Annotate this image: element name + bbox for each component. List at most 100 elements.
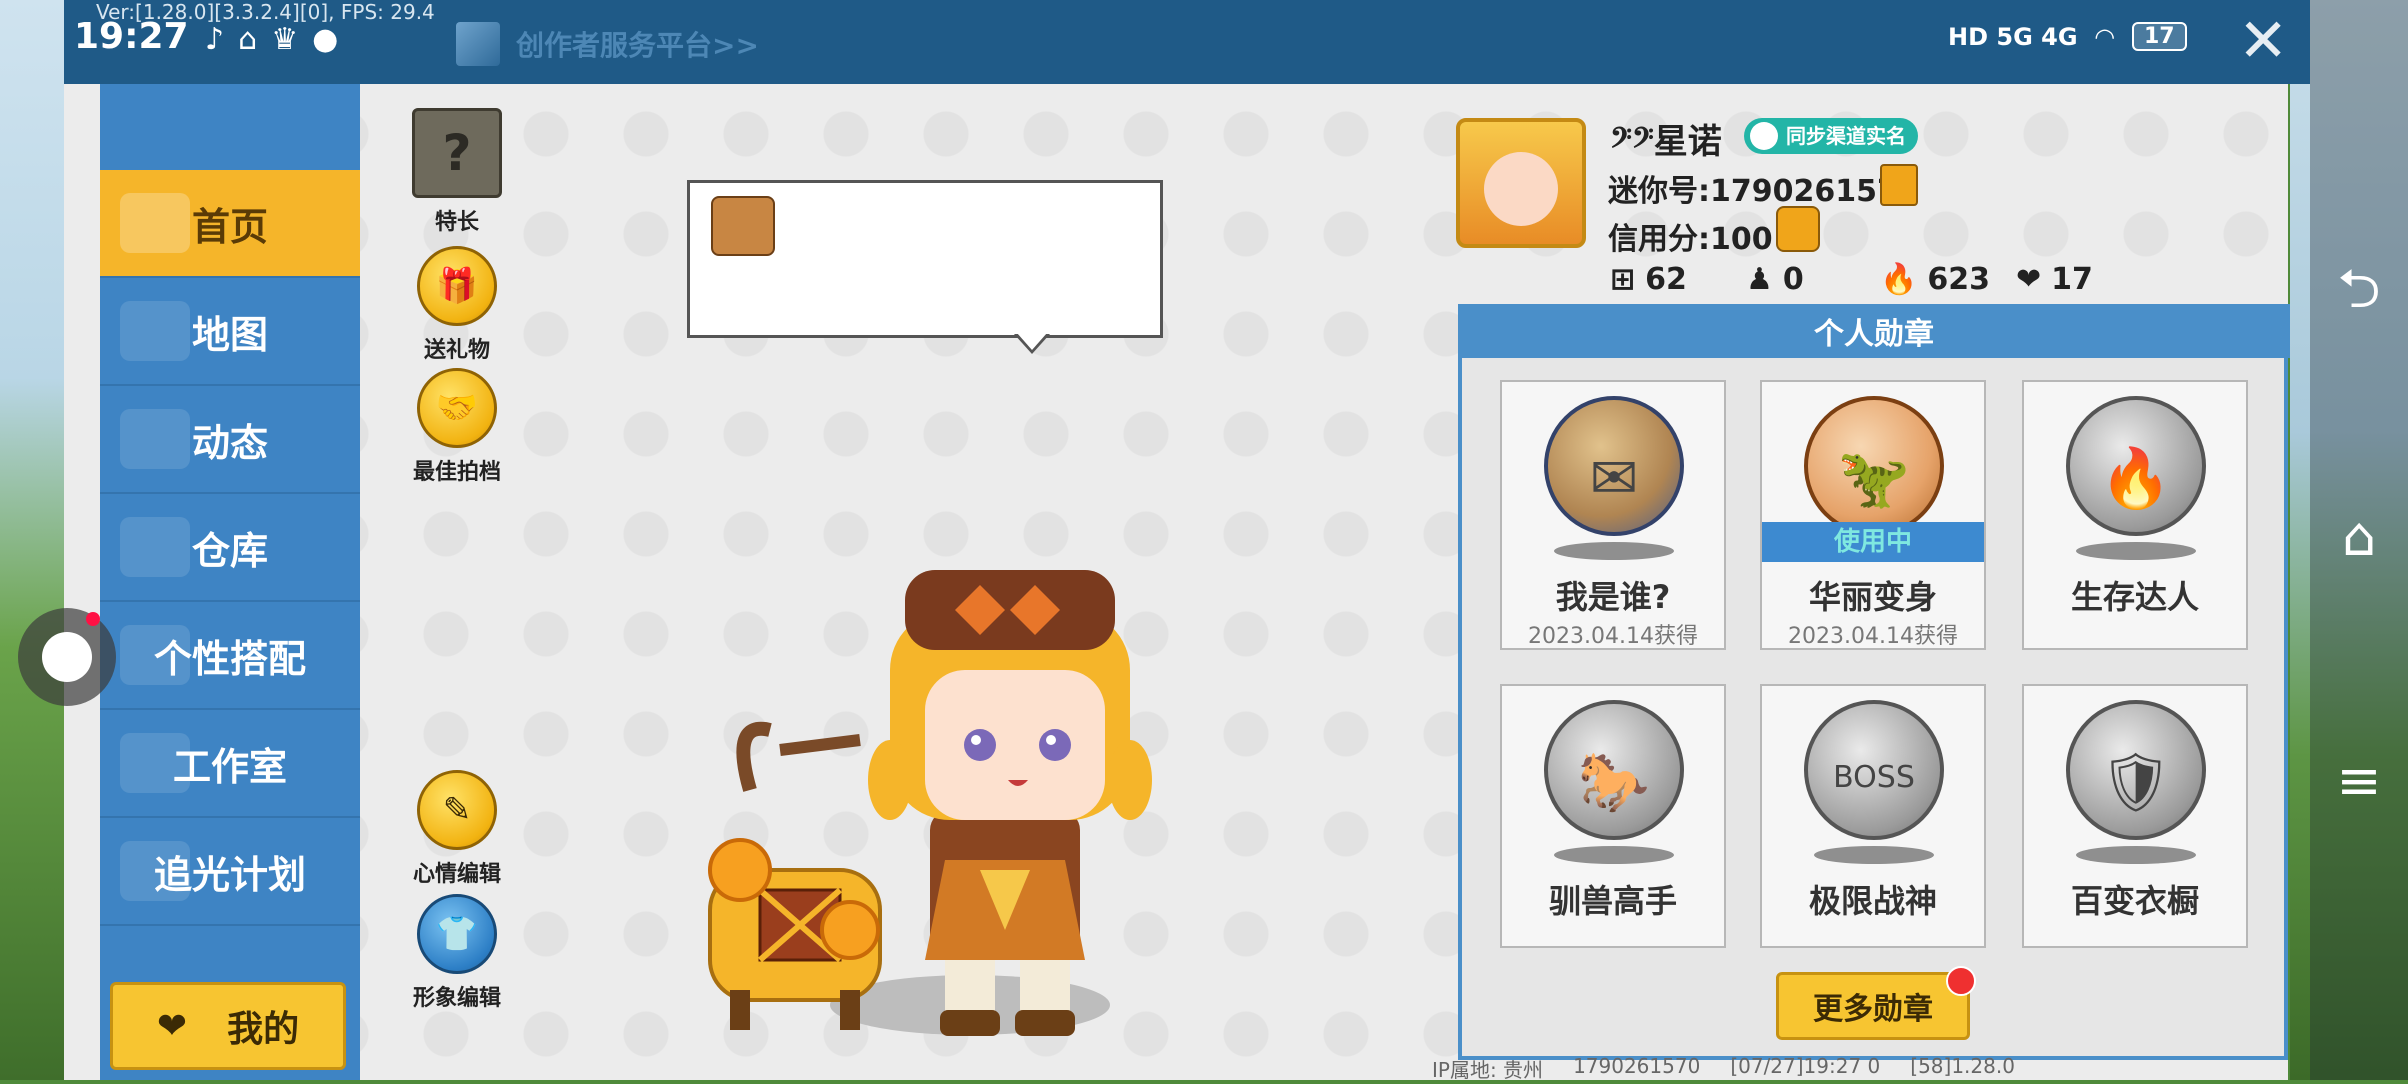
fire-glyph: 🔥	[2099, 444, 2173, 512]
medal-header: 个人勋章	[1458, 304, 2290, 358]
stat-posts[interactable]: ⊞ 62	[1610, 262, 1687, 297]
nav-item-feed[interactable]: 动态	[100, 386, 360, 494]
more-medals-button[interactable]: 更多勋章	[1776, 972, 1970, 1040]
stat-likes[interactable]: ❤ 17	[2016, 262, 2093, 297]
medal-card[interactable]: ✉ 我是谁? 2023.04.14获得	[1500, 380, 1726, 650]
stat-likes-value: 17	[2051, 262, 2093, 297]
shield-glyph: 🛡	[2099, 748, 2173, 816]
gift-button[interactable]: 🎁 送礼物	[402, 246, 512, 364]
notification-dot	[1946, 966, 1976, 996]
medal-shadow	[2076, 846, 2196, 864]
realname-label: 同步渠道实名	[1786, 124, 1906, 148]
edit-icon: ✎	[417, 770, 497, 850]
gift-icon: 🎁	[417, 246, 497, 326]
mood-edit-button[interactable]: ✎ 心情编辑	[402, 770, 512, 888]
close-icon[interactable]: ✕	[2238, 6, 2288, 76]
bubble-tail-inner	[1017, 333, 1047, 350]
tamer-medal-icon: 🐎	[1544, 700, 1684, 840]
medal-shadow	[1554, 846, 1674, 864]
copy-icon[interactable]	[1880, 164, 1918, 206]
medal-shadow	[1554, 542, 1674, 560]
shirt-icon: 👕	[417, 894, 497, 974]
image-edit-button[interactable]: 👕 形象编辑	[402, 894, 512, 1012]
stat-followers[interactable]: ♟ 0	[1746, 262, 1804, 297]
profile-avatar[interactable]	[1456, 118, 1586, 248]
nav-item-light-plan[interactable]: 追光计划	[100, 818, 360, 926]
nav-item-outfit[interactable]: 个性搭配	[100, 602, 360, 710]
transform-medal-icon: 🦖	[1804, 396, 1944, 536]
medal-card[interactable]: BOSS 极限战神	[1760, 684, 1986, 948]
flame-icon: 🔥	[1880, 262, 1918, 297]
medal-name: 我是谁?	[1555, 578, 1671, 616]
cube-icon	[456, 22, 500, 66]
medal-name: 驯兽高手	[1548, 882, 1677, 920]
tiktok-icon: ♪	[205, 22, 225, 57]
stat-followers-value: 0	[1782, 262, 1804, 297]
avatar-face	[1484, 152, 1558, 226]
image-edit-label: 形象编辑	[412, 986, 501, 1011]
nav-item-storage[interactable]: 仓库	[100, 494, 360, 602]
creator-platform-link[interactable]: 创作者服务平台>>	[456, 22, 759, 66]
partner-label: 最佳拍档	[412, 460, 501, 485]
stat-popularity[interactable]: 🔥 623	[1880, 262, 1990, 297]
in-use-badge: 使用中	[1762, 522, 1984, 562]
tree-icon	[120, 733, 190, 793]
ip-location: IP属地: 贵州	[1432, 1058, 1544, 1082]
nav-item-home[interactable]: 首页	[100, 170, 360, 278]
bell-icon	[120, 409, 190, 469]
gift-label: 送礼物	[423, 338, 490, 363]
chat-icon: ●	[312, 22, 339, 57]
floating-ball-center	[42, 632, 92, 682]
specialty-button[interactable]: ? 特长	[402, 108, 512, 236]
home-icon[interactable]: ⌂	[2310, 496, 2408, 576]
nav-label: 地图	[191, 312, 268, 357]
medal-card[interactable]: 🦖 使用中 华丽变身 2023.04.14获得	[1760, 380, 1986, 650]
nav-label: 动态	[191, 420, 268, 465]
plus-square-icon: ⊞	[1610, 262, 1636, 297]
wardrobe-medal-icon: 🛡	[2066, 700, 2206, 840]
cow-emoji-icon	[711, 196, 775, 256]
mini-id: 迷你号:1790261570	[1608, 174, 1919, 209]
nav-label: 首页	[191, 204, 268, 249]
menu-icon[interactable]: ≡	[2310, 740, 2408, 820]
credit-score: 信用分:100	[1608, 222, 1773, 257]
floating-assist-ball[interactable]	[18, 608, 116, 706]
player-avatar[interactable]	[690, 540, 1170, 1080]
best-partner-button[interactable]: 🤝 最佳拍档	[402, 368, 512, 486]
stat-posts-value: 62	[1645, 262, 1687, 297]
nav-item-studio[interactable]: 工作室	[100, 710, 360, 818]
footer-uid: 1790261570	[1573, 1054, 1701, 1078]
battery-indicator: 17	[2131, 22, 2187, 51]
outfit-icon	[120, 625, 190, 685]
medal-name: 生存达人	[2070, 578, 2199, 616]
fire-medal-icon: 🔥	[2066, 396, 2206, 536]
question-icon: ?	[412, 108, 502, 198]
medal-card[interactable]: 🔥 生存达人	[2022, 380, 2248, 650]
mood-label: 心情编辑	[412, 862, 501, 887]
credit-info-icon[interactable]	[1776, 206, 1820, 252]
footer-info: IP属地: 贵州 1790261570 [07/27]19:27 0 [58]1…	[1432, 1054, 2015, 1083]
medal-card[interactable]: 🐎 驯兽高手	[1500, 684, 1726, 948]
letter-medal-icon: ✉	[1544, 396, 1684, 536]
medal-card[interactable]: 🛡 百变衣橱	[2022, 684, 2248, 948]
heart-icon: ❤	[156, 1005, 188, 1047]
my-label: 我的	[227, 1009, 300, 1050]
notification-dot	[86, 612, 100, 626]
home-nav-icon	[120, 193, 190, 253]
medal-name: 华丽变身	[1808, 578, 1937, 616]
nav-item-map[interactable]: 地图	[100, 278, 360, 386]
my-button[interactable]: ❤ 我的	[110, 982, 346, 1070]
back-icon[interactable]: ⮌	[2310, 256, 2408, 336]
horse-glyph: 🐎	[1577, 748, 1651, 816]
boss-glyph: BOSS	[1833, 760, 1915, 795]
crown-icon: ♛	[271, 22, 299, 57]
footer-version: [58]1.28.0	[1910, 1054, 2015, 1078]
nav-label: 工作室	[172, 744, 287, 789]
medal-shadow	[2076, 542, 2196, 560]
medal-name: 极限战神	[1808, 882, 1937, 920]
hearts-icon: ❤	[2016, 262, 2042, 297]
realname-badge[interactable]: 同步渠道实名	[1744, 118, 1918, 154]
dino-glyph: 🦖	[1837, 444, 1911, 512]
boss-medal-icon: BOSS	[1804, 700, 1944, 840]
warehouse-icon	[120, 517, 190, 577]
